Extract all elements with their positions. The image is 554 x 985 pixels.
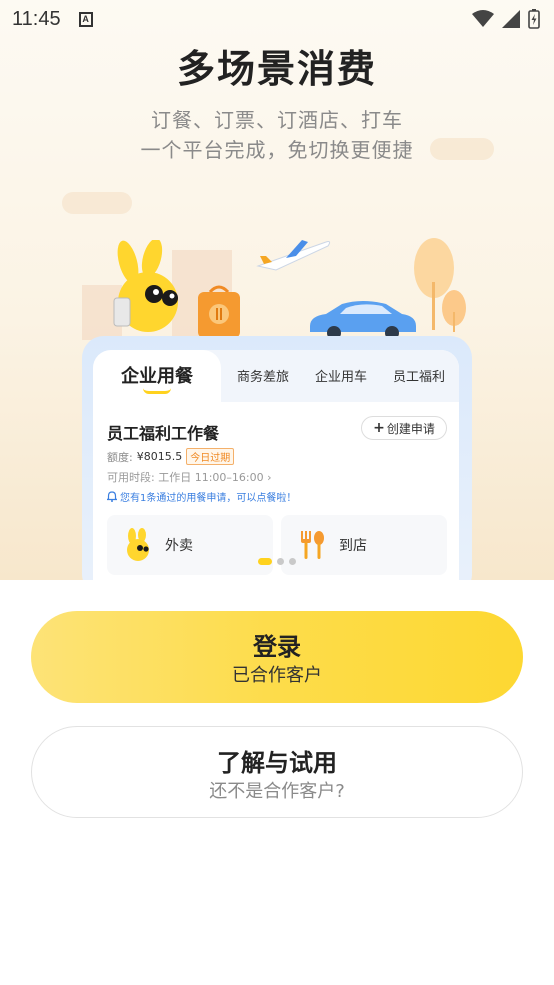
airplane-icon bbox=[256, 240, 331, 271]
cloud-decoration bbox=[430, 138, 494, 160]
status-bar: 11:45 A bbox=[0, 0, 554, 38]
status-time: 11:45 bbox=[12, 7, 61, 30]
takeout-bag-icon bbox=[198, 285, 240, 338]
create-application-button[interactable]: + 创建申请 bbox=[361, 416, 447, 440]
bell-icon bbox=[107, 491, 117, 502]
quota-row: 额度: ¥8015.5 今日过期 bbox=[107, 448, 235, 465]
trial-button-sublabel: 还不是合作客户? bbox=[209, 781, 345, 802]
time-label: 可用时段: bbox=[107, 471, 155, 484]
hero-banner: 11:45 A 多场景消费 订餐、订票、订酒店、打车 一个平台完成，免切换更便捷 bbox=[0, 0, 554, 580]
trial-button[interactable]: 了解与试用 还不是合作客户? bbox=[31, 726, 523, 818]
cutlery-icon bbox=[301, 531, 324, 559]
meal-title: 员工福利工作餐 bbox=[107, 424, 220, 443]
plus-icon: + bbox=[373, 420, 385, 436]
battery-icon bbox=[528, 9, 540, 29]
chevron-right-icon: › bbox=[267, 471, 272, 484]
subtitle-line-1: 订餐、订票、订酒店、打车 bbox=[151, 108, 403, 132]
option-label: 到店 bbox=[339, 538, 367, 554]
quota-label: 额度: bbox=[107, 450, 133, 464]
cloud-decoration bbox=[62, 192, 132, 214]
tab-business-travel[interactable]: 商务差旅 bbox=[237, 366, 289, 385]
time-row[interactable]: 可用时段: 工作日 11:00–16:00 › bbox=[107, 469, 272, 485]
carousel-dot-active[interactable] bbox=[258, 558, 272, 565]
login-button-label: 登录 bbox=[253, 633, 301, 661]
create-button-label: 创建申请 bbox=[386, 421, 435, 436]
card-body: 员工福利工作餐 + 创建申请 额度: ¥8015.5 今日过期 可用时段: 工作… bbox=[93, 402, 459, 580]
tab-employee-benefits[interactable]: 员工福利 bbox=[393, 366, 445, 385]
quota-value: ¥8015.5 bbox=[136, 450, 183, 463]
login-button-sublabel: 已合作客户 bbox=[232, 665, 322, 686]
tab-label: 企业用餐 bbox=[121, 366, 193, 387]
expire-badge: 今日过期 bbox=[186, 448, 235, 465]
carousel-indicator bbox=[0, 558, 554, 565]
wifi-icon bbox=[472, 10, 494, 27]
feature-card: 企业用餐 商务差旅 企业用车 员工福利 员工福利工作餐 + 创建申请 额度: ¥… bbox=[93, 350, 459, 580]
tree-decoration-icon bbox=[414, 238, 466, 332]
rabbit-mascot-icon bbox=[113, 240, 178, 332]
car-icon bbox=[310, 301, 416, 340]
carousel-dot[interactable] bbox=[289, 558, 296, 565]
carousel-dot[interactable] bbox=[277, 558, 284, 565]
signal-icon bbox=[502, 10, 520, 28]
option-dine-in[interactable]: 到店 bbox=[281, 515, 447, 575]
status-icons bbox=[472, 9, 540, 29]
option-delivery[interactable]: 外卖 bbox=[107, 515, 273, 575]
mascot-icon bbox=[127, 528, 149, 561]
time-value: 工作日 11:00–16:00 bbox=[158, 471, 264, 484]
trial-button-label: 了解与试用 bbox=[217, 749, 337, 777]
notification-icon: A bbox=[78, 11, 93, 27]
tab-enterprise-dining[interactable]: 企业用餐 bbox=[93, 350, 221, 402]
card-tabs: 企业用餐 商务差旅 企业用车 员工福利 bbox=[93, 350, 459, 402]
login-button[interactable]: 登录 已合作客户 bbox=[31, 611, 523, 703]
tab-underline bbox=[143, 388, 171, 394]
option-label: 外卖 bbox=[165, 538, 193, 554]
notice-row: 您有1条通过的用餐申请，可以点餐啦！ bbox=[107, 489, 296, 504]
tab-enterprise-car[interactable]: 企业用车 bbox=[315, 366, 367, 385]
notice-text: 您有1条通过的用餐申请，可以点餐啦！ bbox=[120, 493, 297, 504]
page-title: 多场景消费 bbox=[176, 47, 377, 91]
